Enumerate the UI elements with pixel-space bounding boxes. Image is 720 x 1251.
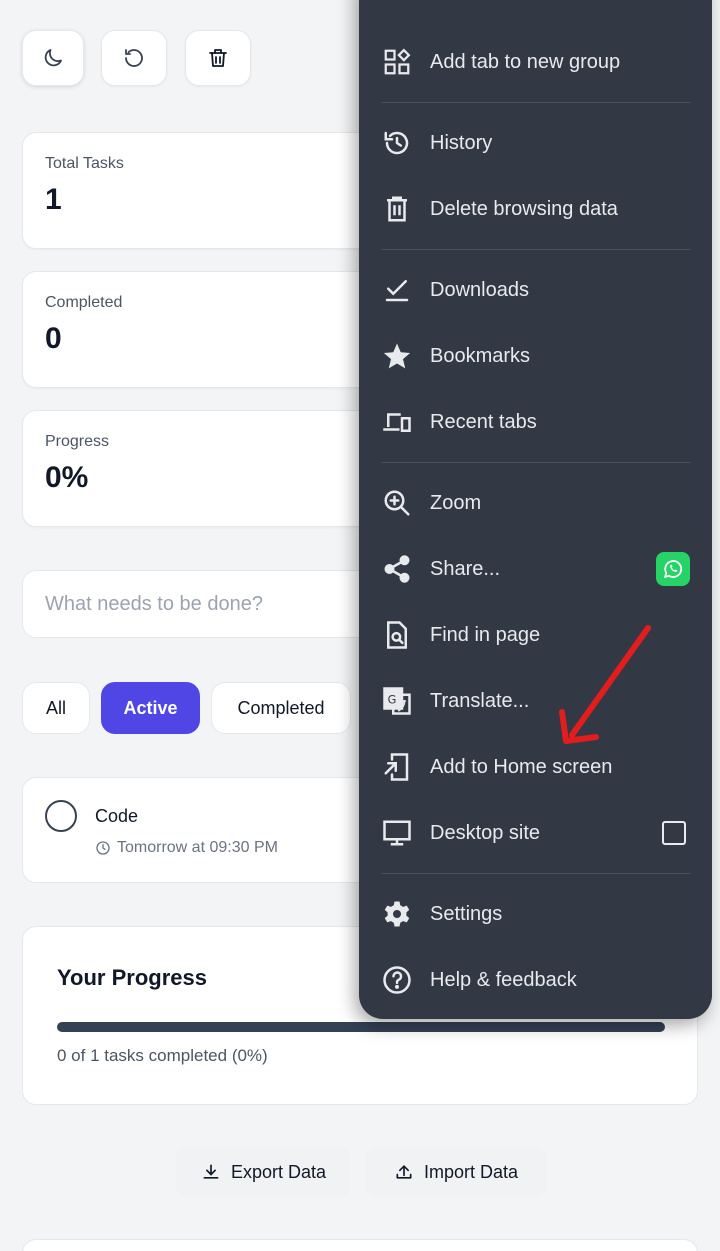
zoom-icon xyxy=(381,487,413,519)
menu-item-label: Add tab to new group xyxy=(430,50,621,73)
browser-overflow-menu: Add tab to new group History Delete brow… xyxy=(359,0,712,1019)
filter-all-button[interactable]: All xyxy=(22,682,90,734)
trash-icon xyxy=(209,49,227,67)
task-checkbox[interactable] xyxy=(45,800,77,832)
menu-divider xyxy=(381,462,691,463)
export-data-button[interactable]: Export Data xyxy=(176,1147,351,1197)
menu-item-label: Desktop site xyxy=(430,821,541,844)
desktop-icon xyxy=(381,817,413,849)
menu-item-label: Add to Home screen xyxy=(430,755,613,778)
find-icon xyxy=(381,619,413,651)
upload-icon xyxy=(396,1165,412,1179)
clock-icon xyxy=(96,841,110,855)
menu-item-label: Translate... xyxy=(430,689,530,712)
whatsapp-share-button[interactable] xyxy=(656,552,690,586)
task-title: Code xyxy=(95,806,139,826)
svg-text:G: G xyxy=(388,694,397,707)
reset-icon xyxy=(125,49,143,67)
menu-item-desktop-site[interactable]: Desktop site xyxy=(359,800,712,866)
moon-icon xyxy=(44,49,62,67)
menu-divider xyxy=(381,249,691,250)
reset-button[interactable] xyxy=(101,30,167,86)
task-due: Tomorrow at 09:30 PM xyxy=(95,839,278,857)
filter-active-button[interactable]: Active xyxy=(101,682,200,734)
clear-all-button[interactable] xyxy=(185,30,251,86)
star-icon xyxy=(381,340,413,372)
menu-item-label: Delete browsing data xyxy=(430,197,618,220)
menu-item-find-in-page[interactable]: Find in page xyxy=(359,602,712,668)
menu-item-zoom[interactable]: Zoom xyxy=(359,470,712,536)
history-icon xyxy=(381,127,413,159)
task-due-text: Tomorrow at 09:30 PM xyxy=(117,839,278,856)
help-icon xyxy=(381,964,413,996)
menu-item-label: Settings xyxy=(430,902,503,925)
menu-divider xyxy=(381,102,691,103)
progress-title: Your Progress xyxy=(57,965,207,990)
menu-item-label: Bookmarks xyxy=(430,344,531,367)
menu-item-add-to-home-screen[interactable]: Add to Home screen xyxy=(359,734,712,800)
bottom-card xyxy=(22,1239,698,1251)
download-check-icon xyxy=(381,274,413,306)
menu-item-settings[interactable]: Settings xyxy=(359,881,712,947)
menu-item-label: Recent tabs xyxy=(430,410,537,433)
menu-item-share[interactable]: Share... xyxy=(359,536,712,602)
menu-item-bookmarks[interactable]: Bookmarks xyxy=(359,323,712,389)
export-data-label: Export Data xyxy=(230,1161,327,1182)
import-data-button[interactable]: Import Data xyxy=(367,1147,545,1197)
menu-item-label: History xyxy=(430,131,493,154)
menu-item-label: Find in page xyxy=(430,623,541,646)
menu-item-downloads[interactable]: Downloads xyxy=(359,257,712,323)
tab-group-icon xyxy=(381,46,413,78)
menu-item-label: Share... xyxy=(430,557,501,580)
progress-bar xyxy=(57,1022,665,1032)
desktop-site-checkbox[interactable] xyxy=(662,821,686,845)
whatsapp-icon xyxy=(664,560,683,578)
import-data-label: Import Data xyxy=(423,1161,519,1182)
filter-completed-button[interactable]: Completed xyxy=(211,682,351,734)
menu-item-help-feedback[interactable]: Help & feedback xyxy=(359,947,712,1013)
menu-item-label: Downloads xyxy=(430,278,529,301)
gear-icon xyxy=(381,898,413,930)
menu-divider xyxy=(381,873,691,874)
translate-icon: G xyxy=(381,685,413,717)
trash-icon xyxy=(381,193,413,225)
theme-toggle-button[interactable] xyxy=(22,30,84,86)
share-icon xyxy=(381,553,413,585)
menu-item-history[interactable]: History xyxy=(359,110,712,176)
menu-item-translate[interactable]: G Translate... xyxy=(359,668,712,734)
download-icon xyxy=(203,1164,219,1179)
menu-item-label: Zoom xyxy=(430,491,482,514)
menu-item-recent-tabs[interactable]: Recent tabs xyxy=(359,389,712,455)
add-to-home-icon xyxy=(381,751,413,783)
devices-icon xyxy=(381,406,413,438)
menu-item-delete-browsing-data[interactable]: Delete browsing data xyxy=(359,176,712,242)
menu-item-add-tab-to-group[interactable]: Add tab to new group xyxy=(359,29,712,95)
progress-text: 0 of 1 tasks completed (0%) xyxy=(57,1046,268,1065)
menu-item-label: Help & feedback xyxy=(430,968,577,991)
